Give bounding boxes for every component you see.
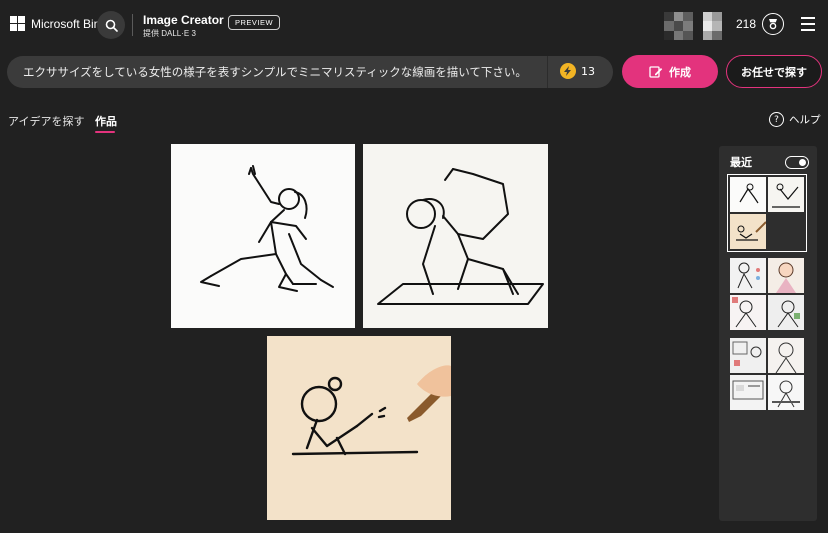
recent-thumb[interactable] bbox=[768, 295, 804, 330]
hamburger-menu-icon bbox=[801, 17, 815, 31]
active-tab-indicator bbox=[95, 131, 115, 133]
recent-title: 最近 bbox=[730, 156, 752, 169]
create-label: 作成 bbox=[669, 65, 691, 79]
surprise-me-button[interactable]: お任せで探す bbox=[726, 55, 822, 88]
header-divider bbox=[132, 14, 133, 36]
prompt-input[interactable]: エクササイズをしている女性の様子を表すシンプルでミニマリスティックな線画を描いて… bbox=[7, 56, 613, 88]
reward-icon bbox=[769, 19, 777, 30]
result-image-2[interactable] bbox=[363, 144, 548, 328]
preview-badge: PREVIEW bbox=[228, 15, 281, 30]
empty-thumb-slot bbox=[768, 214, 804, 249]
recent-toggle[interactable] bbox=[785, 156, 809, 169]
prompt-text[interactable]: エクササイズをしている女性の様子を表すシンプルでミニマリスティックな線画を描いて… bbox=[23, 64, 543, 80]
recent-group-3[interactable] bbox=[730, 338, 804, 410]
rewards-button[interactable] bbox=[762, 13, 784, 35]
recent-group-2[interactable] bbox=[730, 258, 804, 330]
recent-group-1[interactable] bbox=[727, 174, 807, 252]
recent-thumb[interactable] bbox=[768, 258, 804, 293]
hamburger-menu-button[interactable] bbox=[801, 17, 815, 35]
bing-logo[interactable]: Microsoft Bing bbox=[10, 16, 107, 31]
search-button[interactable] bbox=[97, 11, 125, 39]
result-image-1[interactable] bbox=[171, 144, 355, 328]
app-title: Image Creator bbox=[143, 13, 224, 27]
tab-explore-ideas[interactable]: アイデアを探す bbox=[8, 113, 84, 129]
recent-thumb[interactable] bbox=[730, 295, 766, 330]
surprise-label: お任せで探す bbox=[741, 65, 807, 79]
recent-thumb[interactable] bbox=[730, 177, 766, 212]
help-label: ヘルプ bbox=[789, 114, 821, 126]
recent-thumb[interactable] bbox=[730, 258, 766, 293]
result-image-3[interactable] bbox=[267, 336, 451, 520]
recent-thumb[interactable] bbox=[730, 214, 766, 249]
help-link[interactable]: ? ヘルプ bbox=[769, 112, 821, 127]
app-subtitle: 提供 DALL·E 3 bbox=[143, 29, 196, 38]
search-icon bbox=[105, 19, 118, 32]
recent-thumb[interactable] bbox=[768, 177, 804, 212]
tab-creations[interactable]: 作品 bbox=[95, 113, 117, 129]
recent-thumb[interactable] bbox=[730, 338, 766, 373]
windows-logo-icon bbox=[10, 16, 25, 31]
toggle-knob bbox=[799, 158, 806, 166]
points-count: 218 bbox=[736, 17, 757, 31]
pencil-paper-icon bbox=[649, 65, 663, 78]
logo-text: Microsoft Bing bbox=[31, 16, 108, 31]
recent-thumb[interactable] bbox=[768, 375, 804, 410]
recent-thumb[interactable] bbox=[768, 338, 804, 373]
boost-count: 13 bbox=[581, 64, 595, 78]
create-button[interactable]: 作成 bbox=[622, 55, 718, 88]
boost-counter: 13 bbox=[560, 63, 595, 79]
recent-thumb[interactable] bbox=[730, 375, 766, 410]
avatar[interactable] bbox=[664, 12, 722, 40]
prompt-divider bbox=[547, 56, 548, 88]
question-icon: ? bbox=[769, 112, 784, 127]
lightning-icon bbox=[560, 63, 576, 79]
